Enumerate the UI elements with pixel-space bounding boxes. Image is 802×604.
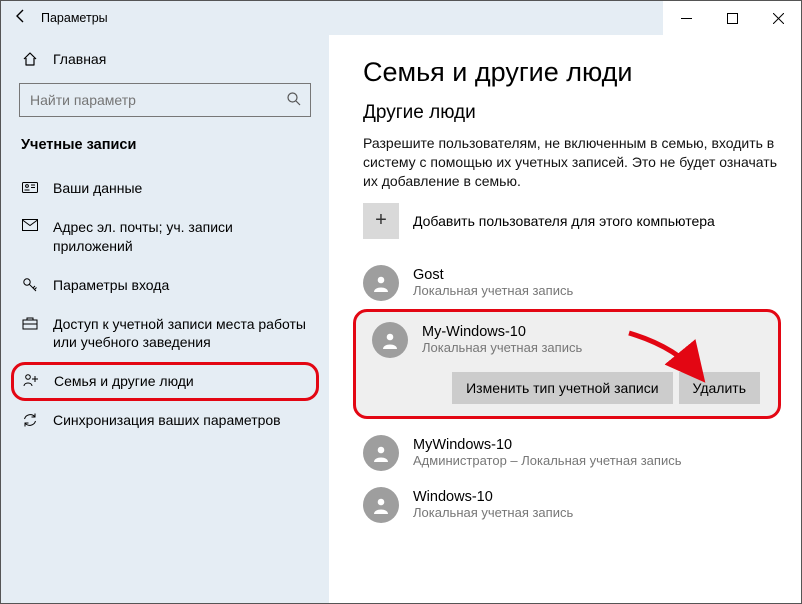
user-type: Администратор – Локальная учетная запись bbox=[413, 453, 681, 468]
add-user-label: Добавить пользователя для этого компьюте… bbox=[413, 213, 715, 229]
section-heading: Другие люди bbox=[363, 102, 801, 124]
home-button[interactable]: Главная bbox=[1, 45, 329, 73]
search-box[interactable] bbox=[19, 83, 311, 117]
nav-item-family[interactable]: Семья и другие люди bbox=[22, 372, 312, 391]
user-name: MyWindows-10 bbox=[413, 437, 681, 453]
mail-icon bbox=[21, 218, 39, 231]
nav-item-email[interactable]: Адрес эл. почты; уч. записи приложений bbox=[1, 208, 329, 266]
minimize-button[interactable] bbox=[663, 1, 709, 35]
user-row[interactable]: MyWindows-10 Администратор – Локальная у… bbox=[329, 427, 801, 479]
avatar-icon bbox=[363, 435, 399, 471]
nav-label: Семья и другие люди bbox=[54, 372, 312, 391]
window-controls bbox=[663, 1, 801, 35]
annotation-highlight-sidebar: Семья и другие люди bbox=[11, 362, 319, 401]
user-name: Windows-10 bbox=[413, 489, 573, 505]
titlebar: Параметры bbox=[1, 1, 801, 35]
nav-item-work[interactable]: Доступ к учетной записи места работы или… bbox=[1, 305, 329, 363]
home-icon bbox=[21, 51, 39, 67]
annotation-highlight-user: My-Windows-10 Локальная учетная запись И… bbox=[353, 309, 781, 419]
user-type: Локальная учетная запись bbox=[413, 505, 573, 520]
nav-label: Ваши данные bbox=[53, 179, 315, 198]
avatar-icon bbox=[363, 265, 399, 301]
window-title: Параметры bbox=[41, 11, 108, 25]
page-heading: Семья и другие люди bbox=[363, 57, 801, 88]
nav-label: Адрес эл. почты; уч. записи приложений bbox=[53, 218, 315, 256]
nav-item-your-info[interactable]: Ваши данные bbox=[1, 169, 329, 208]
nav-label: Параметры входа bbox=[53, 276, 315, 295]
search-icon bbox=[286, 91, 302, 110]
user-row[interactable]: Gost Локальная учетная запись bbox=[329, 257, 801, 309]
settings-window: Параметры Главная bbox=[0, 0, 802, 604]
user-type: Локальная учетная запись bbox=[422, 340, 582, 355]
section-description: Разрешите пользователям, не включенным в… bbox=[363, 134, 777, 191]
nav-label: Синхронизация ваших параметров bbox=[53, 411, 315, 430]
category-label: Учетные записи bbox=[1, 135, 329, 165]
user-name: Gost bbox=[413, 267, 573, 283]
home-label: Главная bbox=[53, 51, 106, 67]
briefcase-icon bbox=[21, 315, 39, 330]
close-button[interactable] bbox=[755, 1, 801, 35]
idcard-icon bbox=[21, 179, 39, 194]
nav-item-sync[interactable]: Синхронизация ваших параметров bbox=[1, 401, 329, 440]
plus-icon: + bbox=[363, 203, 399, 239]
avatar-icon bbox=[372, 322, 408, 358]
nav-item-signin[interactable]: Параметры входа bbox=[1, 266, 329, 305]
remove-user-button[interactable]: Удалить bbox=[679, 372, 760, 404]
sidebar: Главная Учетные записи Ваши данные bbox=[1, 35, 329, 603]
user-row[interactable]: Windows-10 Локальная учетная запись bbox=[329, 479, 801, 531]
sync-icon bbox=[21, 411, 39, 428]
content-area: Семья и другие люди Другие люди Разрешит… bbox=[329, 35, 801, 603]
change-account-type-button[interactable]: Изменить тип учетной записи bbox=[452, 372, 672, 404]
user-row-selected[interactable]: My-Windows-10 Локальная учетная запись bbox=[360, 318, 774, 362]
key-icon bbox=[21, 276, 39, 293]
maximize-button[interactable] bbox=[709, 1, 755, 35]
back-button[interactable] bbox=[1, 8, 41, 29]
avatar-icon bbox=[363, 487, 399, 523]
nav-list: Ваши данные Адрес эл. почты; уч. записи … bbox=[1, 165, 329, 440]
user-name: My-Windows-10 bbox=[422, 324, 582, 340]
user-type: Локальная учетная запись bbox=[413, 283, 573, 298]
people-icon bbox=[22, 372, 40, 387]
search-input[interactable] bbox=[28, 91, 286, 109]
nav-label: Доступ к учетной записи места работы или… bbox=[53, 315, 315, 353]
add-user-button[interactable]: + Добавить пользователя для этого компью… bbox=[363, 203, 777, 239]
